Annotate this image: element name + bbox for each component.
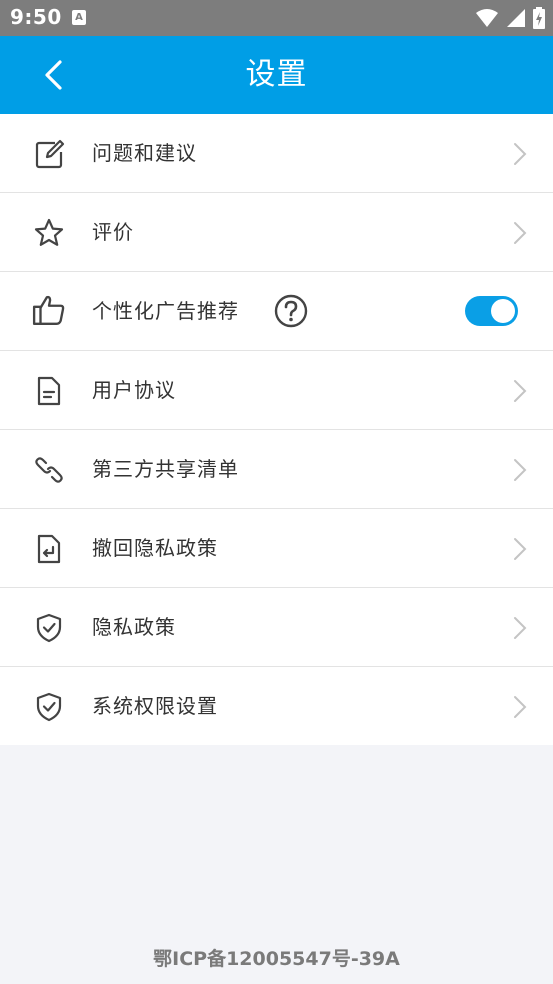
settings-item-system-permissions[interactable]: 系统权限设置 <box>0 667 553 745</box>
settings-item-label: 个性化广告推荐 <box>92 299 239 323</box>
settings-item-third-party-list[interactable]: 第三方共享清单 <box>0 430 553 509</box>
icp-license-text: 鄂ICP备12005547号-39A <box>153 948 400 970</box>
toggle-knob <box>491 299 515 323</box>
document-icon <box>37 376 61 406</box>
chevron-left-icon <box>45 60 62 90</box>
settings-item-personalized-ads: 个性化广告推荐 <box>0 272 553 351</box>
personalized-ads-toggle[interactable] <box>465 296 518 326</box>
settings-item-label: 隐私政策 <box>92 615 176 639</box>
settings-item-label: 系统权限设置 <box>92 694 218 718</box>
notification-icon: A <box>72 10 86 25</box>
settings-item-label: 第三方共享清单 <box>92 457 239 481</box>
settings-list: 问题和建议 评价 个性化广告推荐 用户协议 第三方共享清单 撤回隐私政策 隐私政… <box>0 114 553 745</box>
chevron-right-icon <box>514 380 527 402</box>
battery-charging-icon <box>533 7 545 29</box>
document-return-icon <box>37 534 61 564</box>
shield-check-icon <box>36 692 62 722</box>
settings-item-revoke-privacy[interactable]: 撤回隐私政策 <box>0 509 553 588</box>
link-icon <box>35 457 63 483</box>
system-icons <box>473 7 545 29</box>
settings-item-feedback[interactable]: 问题和建议 <box>0 114 553 193</box>
chevron-right-icon <box>514 222 527 244</box>
chevron-right-icon <box>514 459 527 481</box>
settings-item-label: 用户协议 <box>92 378 176 402</box>
status-time: 9:50 <box>10 5 62 29</box>
edit-icon <box>35 139 65 169</box>
settings-item-user-agreement[interactable]: 用户协议 <box>0 351 553 430</box>
chevron-right-icon <box>514 538 527 560</box>
settings-item-label: 问题和建议 <box>92 141 197 165</box>
chevron-right-icon <box>514 696 527 718</box>
thumbs-up-icon <box>32 295 65 325</box>
settings-item-privacy-policy[interactable]: 隐私政策 <box>0 588 553 667</box>
back-button[interactable] <box>36 56 76 96</box>
settings-item-label: 撤回隐私政策 <box>92 536 218 560</box>
question-circle-icon[interactable] <box>274 294 308 328</box>
status-bar: 9:50 A <box>0 0 553 36</box>
app-bar: 设置 <box>0 36 553 114</box>
shield-check-icon <box>36 613 62 643</box>
star-icon <box>34 218 64 246</box>
chevron-right-icon <box>514 617 527 639</box>
settings-item-label: 评价 <box>92 220 134 244</box>
wifi-icon <box>475 9 498 27</box>
chevron-right-icon <box>514 143 527 165</box>
signal-icon <box>506 9 525 27</box>
page-title: 设置 <box>245 57 308 92</box>
settings-item-rate[interactable]: 评价 <box>0 193 553 272</box>
